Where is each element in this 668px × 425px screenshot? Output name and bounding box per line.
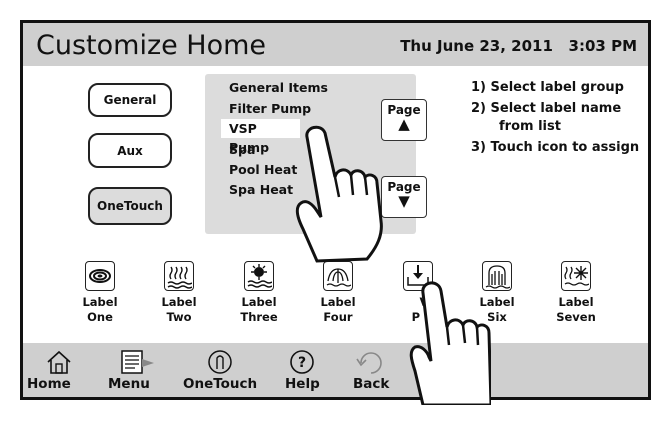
- list-heading: General Items: [229, 80, 328, 95]
- group-button-onetouch[interactable]: OneTouch: [88, 187, 172, 225]
- page-title: Customize Home: [36, 30, 267, 61]
- icon-label-four: Label Four: [320, 295, 356, 324]
- bottom-nav: Home Menu OneTouch ? Help Back s: [23, 343, 648, 397]
- group-button-aux[interactable]: Aux: [88, 133, 172, 168]
- snowflake-heat-icon[interactable]: [561, 261, 591, 291]
- back-icon[interactable]: [355, 349, 385, 375]
- title-bar: Customize Home Thu June 23, 2011 3:03 PM: [23, 23, 648, 66]
- nav-home[interactable]: Home: [27, 376, 71, 392]
- svg-text:?: ?: [298, 355, 306, 371]
- onetouch-icon[interactable]: [207, 349, 233, 375]
- nav-menu[interactable]: Menu: [108, 376, 150, 392]
- date-time: Thu June 23, 2011 3:03 PM: [400, 37, 637, 55]
- nav-onetouch[interactable]: OneTouch: [183, 376, 257, 392]
- icon-label-two: Label Two: [161, 295, 197, 324]
- sun-water-icon[interactable]: [244, 261, 274, 291]
- nav-back[interactable]: Back: [353, 376, 389, 392]
- instruction-2: 2) Select label name: [471, 101, 622, 116]
- list-item-spa-heat[interactable]: Spa Heat: [229, 182, 293, 197]
- pointing-hand-icon: [409, 281, 491, 405]
- help-icon[interactable]: ?: [289, 349, 315, 375]
- instruction-2-cont: from list: [499, 119, 561, 134]
- pointing-hand-icon: [295, 125, 383, 263]
- list-item-spa[interactable]: Spa: [229, 142, 255, 157]
- nav-help[interactable]: Help: [285, 376, 320, 392]
- instruction-3: 3) Touch icon to assign: [471, 140, 640, 155]
- home-icon[interactable]: [45, 349, 73, 375]
- heat-waves-icon[interactable]: [164, 261, 194, 291]
- screen-frame: Customize Home Thu June 23, 2011 3:03 PM…: [20, 20, 651, 405]
- menu-icon[interactable]: [120, 349, 156, 375]
- icon-label-one: Label One: [82, 295, 118, 324]
- icon-label-seven: Label Seven: [556, 295, 596, 324]
- group-button-general[interactable]: General: [88, 83, 172, 117]
- instruction-1: 1) Select label group: [471, 80, 624, 95]
- icon-label-three: Label Three: [240, 295, 278, 324]
- ring-icon[interactable]: [85, 261, 115, 291]
